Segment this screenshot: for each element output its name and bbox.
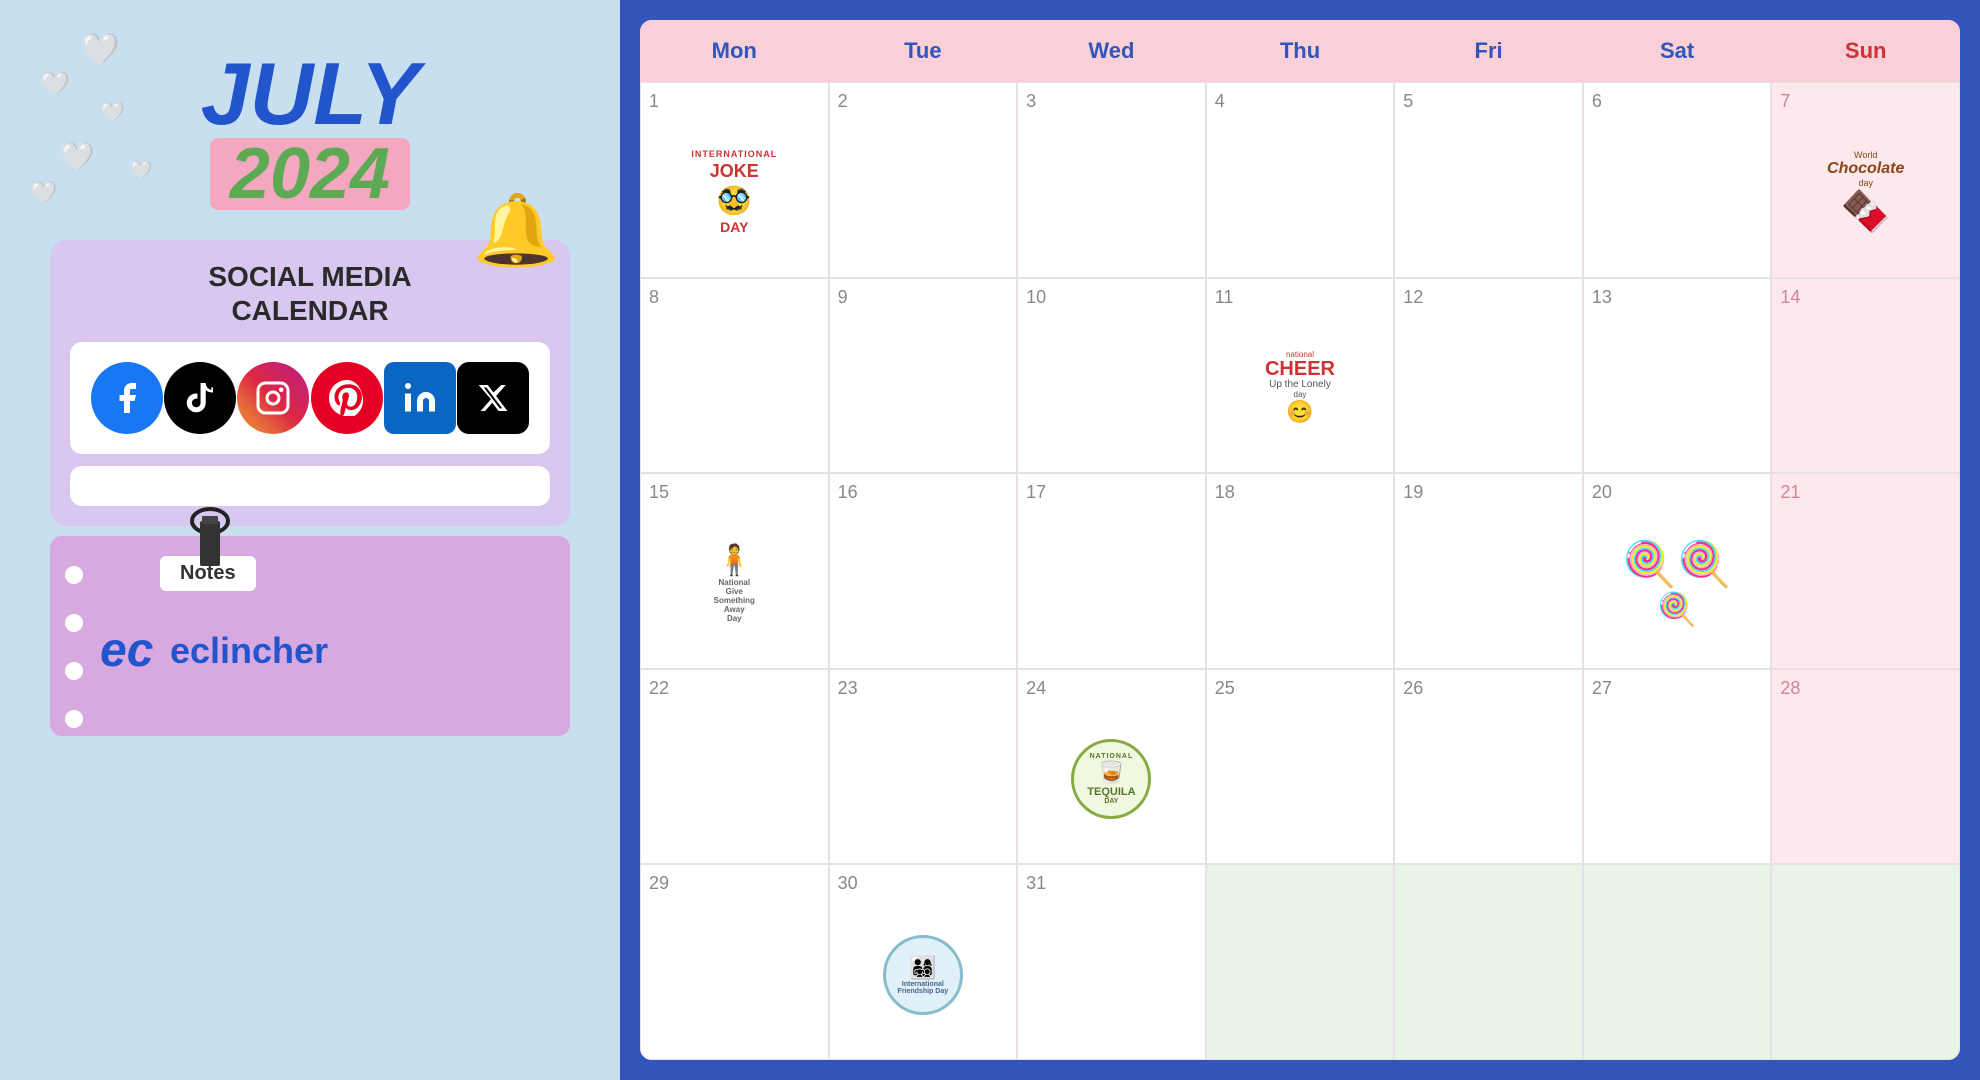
header-wed: Wed: [1017, 20, 1206, 82]
notes-card: Notes ec eclincher: [50, 536, 570, 736]
notes-dots: [65, 566, 83, 728]
right-panel: Mon Tue Wed Thu Fri Sat Sun 1 INTERNATIO…: [620, 0, 1980, 1080]
cell-22[interactable]: 22: [640, 669, 829, 865]
cell-10[interactable]: 10: [1017, 278, 1206, 474]
twitter-x-icon[interactable]: [457, 362, 529, 434]
header-sun: Sun: [1771, 20, 1960, 82]
event-chocolate-day: World Chocolate day 🍫: [1780, 116, 1951, 269]
tiktok-icon[interactable]: [164, 362, 236, 434]
svg-text:ec: ec: [100, 626, 153, 676]
calendar: Mon Tue Wed Thu Fri Sat Sun 1 INTERNATIO…: [640, 20, 1960, 1060]
event-lollipop-day: 🍭🍭 🍭: [1592, 507, 1763, 660]
binder-clip-icon: [180, 506, 240, 576]
ec-logo-icon: ec: [100, 626, 160, 676]
cell-20[interactable]: 20 🍭🍭 🍭: [1583, 473, 1772, 669]
header-fri: Fri: [1394, 20, 1583, 82]
event-joke-day: INTERNATIONAL JOKE 🥸 DAY: [649, 116, 820, 269]
cell-1[interactable]: 1 INTERNATIONAL JOKE 🥸 DAY: [640, 82, 829, 278]
facebook-icon[interactable]: [91, 362, 163, 434]
cell-5[interactable]: 5: [1394, 82, 1583, 278]
cell-13[interactable]: 13: [1583, 278, 1772, 474]
cell-14[interactable]: 14: [1771, 278, 1960, 474]
cell-empty-1: [1206, 864, 1395, 1060]
cell-19[interactable]: 19: [1394, 473, 1583, 669]
cell-26[interactable]: 26: [1394, 669, 1583, 865]
header-mon: Mon: [640, 20, 829, 82]
cell-6[interactable]: 6: [1583, 82, 1772, 278]
cell-4[interactable]: 4: [1206, 82, 1395, 278]
cell-11[interactable]: 11 national CHEER Up the Lonely day 😊: [1206, 278, 1395, 474]
social-icons-row: [70, 342, 550, 454]
decorative-hearts: 🤍 🤍 🤍 🤍 🤍 🤍: [20, 20, 220, 220]
calendar-header: Mon Tue Wed Thu Fri Sat Sun: [640, 20, 1960, 82]
cell-empty-3: [1583, 864, 1772, 1060]
calendar-body: 1 INTERNATIONAL JOKE 🥸 DAY 2 3 4 5 6 7 W…: [640, 82, 1960, 1060]
notes-section: Notes ec eclincher: [50, 536, 570, 736]
cell-21[interactable]: 21: [1771, 473, 1960, 669]
cell-30[interactable]: 30 👨‍👩‍👧‍👦 InternationalFriendship Day: [829, 864, 1018, 1060]
social-card-bottom-bar: [70, 466, 550, 506]
header-sat: Sat: [1583, 20, 1772, 82]
cell-empty-4: [1771, 864, 1960, 1060]
cell-8[interactable]: 8: [640, 278, 829, 474]
cell-15[interactable]: 15 🧍 NationalGiveSomethingAwayDay: [640, 473, 829, 669]
cell-25[interactable]: 25: [1206, 669, 1395, 865]
cell-24[interactable]: 24 NATIONAL 🥃 TEQUILA DAY: [1017, 669, 1206, 865]
year-title: 2024: [210, 138, 410, 210]
social-media-card: SOCIAL MEDIACALENDAR: [50, 240, 570, 526]
cell-31[interactable]: 31: [1017, 864, 1206, 1060]
cell-3[interactable]: 3: [1017, 82, 1206, 278]
cell-16[interactable]: 16: [829, 473, 1018, 669]
cell-17[interactable]: 17: [1017, 473, 1206, 669]
cell-28[interactable]: 28: [1771, 669, 1960, 865]
cell-23[interactable]: 23: [829, 669, 1018, 865]
linkedin-icon[interactable]: [384, 362, 456, 434]
header-tue: Tue: [829, 20, 1018, 82]
instagram-icon[interactable]: [237, 362, 309, 434]
brand-name-text: eclincher: [170, 630, 328, 672]
cell-empty-2: [1394, 864, 1583, 1060]
header-thu: Thu: [1206, 20, 1395, 82]
event-giveaway-day: 🧍 NationalGiveSomethingAwayDay: [649, 507, 820, 660]
event-friendship-day: 👨‍👩‍👧‍👦 InternationalFriendship Day: [838, 898, 1009, 1051]
event-cheer-day: national CHEER Up the Lonely day 😊: [1215, 312, 1386, 465]
cell-7[interactable]: 7 World Chocolate day 🍫: [1771, 82, 1960, 278]
cell-18[interactable]: 18: [1206, 473, 1395, 669]
cell-12[interactable]: 12: [1394, 278, 1583, 474]
cell-2[interactable]: 2: [829, 82, 1018, 278]
event-tequila-day: NATIONAL 🥃 TEQUILA DAY: [1026, 703, 1197, 856]
bell-icon: 🔔: [473, 190, 560, 272]
month-title: JULY: [201, 50, 419, 138]
cell-27[interactable]: 27: [1583, 669, 1772, 865]
pinterest-icon[interactable]: [311, 362, 383, 434]
cell-9[interactable]: 9: [829, 278, 1018, 474]
eclincher-logo: ec eclincher: [100, 626, 550, 676]
cell-29[interactable]: 29: [640, 864, 829, 1060]
left-panel: 🤍 🤍 🤍 🤍 🤍 🤍 🔔 JULY 2024 SOCIAL MEDIACALE…: [0, 0, 620, 1080]
